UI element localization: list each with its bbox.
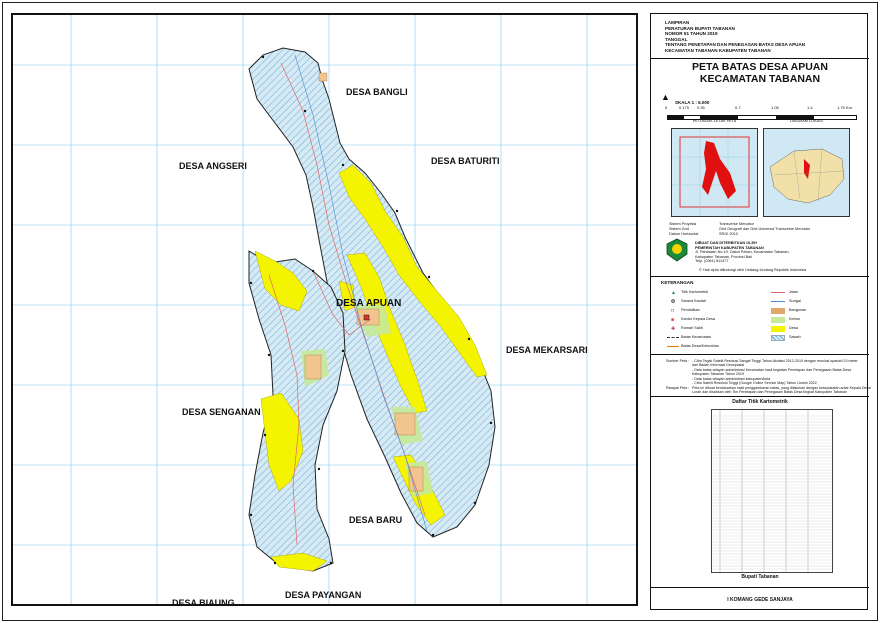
- legend-label: Jalan: [789, 290, 799, 294]
- label-desa-payangan: DESA PAYANGAN: [285, 590, 362, 600]
- inset-locator-canvas: [672, 129, 757, 216]
- kebun-swatch: [771, 317, 785, 323]
- label-desa-baturiti: DESA BATURITI: [431, 156, 500, 166]
- table-title: Daftar Titik Kartometrik: [732, 399, 788, 405]
- kantor-kepala-desa-icon: ■: [671, 317, 675, 323]
- map-legend-panel: LAMPIRAN PERATURAN BUPATI TABANAN NOMOR …: [650, 13, 871, 610]
- pendidikan-icon: □: [671, 308, 675, 314]
- scale-tick: 1.05: [771, 105, 779, 110]
- label-desa-angseri: DESA ANGSERI: [179, 161, 247, 171]
- rumah-sakit-icon: ✚: [671, 326, 676, 332]
- bangunan-swatch: [771, 308, 785, 314]
- divider: [651, 587, 869, 588]
- label-desa-apuan: DESA APUAN: [336, 298, 402, 309]
- scale-tick: 1.4: [807, 105, 813, 110]
- divider: [651, 396, 869, 397]
- map-title: PETA BATAS DESA APUAN: [692, 61, 828, 73]
- sarana-ibadah-icon: ❂: [671, 299, 676, 305]
- legend-label: Kantor Kepala Desa: [681, 317, 715, 321]
- label-desa-baru: DESA BARU: [349, 515, 403, 525]
- legend-label: Desa: [789, 326, 798, 330]
- scale-tick: 1.75 Km: [837, 105, 852, 110]
- meta-row: Sistem Grid Grid Geografi dan Grid Univer…: [669, 227, 811, 231]
- titik-kartometrik-icon: ▲: [671, 290, 676, 296]
- scale-tick: 0.175: [679, 105, 690, 110]
- map-frame[interactable]: DESA BANGLI DESA ANGSERI DESA BATURITI D…: [11, 13, 638, 606]
- bupati-title: Bupati Tabanan: [741, 574, 779, 580]
- legend-label: Pendidikan: [681, 308, 700, 312]
- kantor-kepala-desa-marker: [363, 314, 370, 321]
- label-desa-senganan: DESA SENGANAN: [182, 407, 261, 417]
- map-subtitle: KECAMATAN TABANAN: [699, 73, 821, 85]
- meta-row: Datum Horizontal SRGI 2013: [669, 232, 738, 236]
- inset-locator-map: PETUNJUK LETAK PETA: [671, 119, 758, 217]
- legend-label: Sarana Ibadah: [681, 299, 706, 303]
- inset-caption: PETUNJUK LETAK PETA: [692, 119, 737, 123]
- scale-tick: 0: [665, 105, 668, 110]
- regulation-header: LAMPIRAN PERATURAN BUPATI TABANAN NOMOR …: [665, 20, 805, 54]
- inset-diagram-lokasi: DIAGRAM LOKASI: [763, 119, 850, 217]
- legend-label: Kebun: [789, 317, 800, 321]
- scale-tick: 0.35: [697, 105, 705, 110]
- tabanan-logo: [666, 238, 688, 262]
- agency-block: DIBUAT DAN DITERBITKAN OLEH PEMERINTAH K…: [695, 241, 790, 264]
- north-arrow-icon: ▲: [661, 92, 670, 102]
- legend-label: Batas Desa/Kelurahan: [681, 344, 719, 348]
- batas-desa-line: [667, 346, 679, 347]
- legend-label: Sawah: [789, 335, 801, 339]
- inset-diagram-canvas: [769, 148, 845, 204]
- inset-caption: DIAGRAM LOKASI: [790, 119, 823, 123]
- sawah-swatch: [771, 335, 785, 341]
- legend-label: Sungai: [789, 299, 801, 303]
- meta-row: Sistem Proyeksi Transverse Mercator: [669, 222, 754, 226]
- scale-tick: 0.7: [735, 105, 741, 110]
- legend-label: Batas Kecamatan: [681, 335, 711, 339]
- coordinate-table: [711, 409, 833, 573]
- divider: [651, 354, 869, 355]
- map-canvas: [13, 15, 636, 604]
- batas-kecamatan-line: [667, 337, 679, 338]
- divider: [651, 58, 869, 59]
- label-desa-biaung: DESA BIAUNG: [172, 598, 235, 606]
- jalan-line: [771, 292, 785, 293]
- header-line: KECAMATAN TABANAN KABUPATEN TABANAN: [665, 47, 771, 53]
- legend-label: Rumah Sakit: [681, 326, 703, 330]
- divider: [651, 276, 869, 277]
- desa-swatch: [771, 326, 785, 332]
- sungai-line: [771, 301, 785, 302]
- coordinate-table-grid: [712, 410, 832, 572]
- legend-title: KETERANGAN: [661, 280, 694, 285]
- legend-label: Titik Kartometrik: [681, 290, 709, 294]
- copyright-note: © Hak cipta dilindungi oleh Undang-Undan…: [699, 268, 807, 272]
- signer-name: I KOMANG GEDE SANJAYA: [727, 597, 793, 603]
- label-desa-mekarsari: DESA MEKARSARI: [506, 345, 588, 355]
- label-desa-bangli: DESA BANGLI: [346, 87, 408, 97]
- legend-label: Bangunan: [789, 308, 807, 312]
